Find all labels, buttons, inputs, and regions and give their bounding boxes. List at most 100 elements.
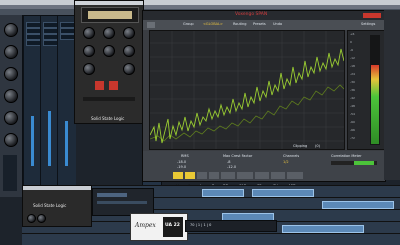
channel-fader[interactable] bbox=[65, 121, 68, 166]
plugin-knob[interactable] bbox=[103, 27, 115, 39]
db-tick: -42 bbox=[350, 96, 355, 100]
span-toolbar: Group <GLOBAL> Routing Presets Undo Sett… bbox=[143, 20, 385, 30]
inspector-knob[interactable] bbox=[4, 89, 18, 103]
db-tick: 0 bbox=[350, 40, 352, 44]
level-meter-fill bbox=[371, 65, 379, 144]
db-tick: -60 bbox=[350, 120, 355, 124]
uad-logo-script: Ampex bbox=[135, 222, 156, 229]
crest-label: Max Crest Factor bbox=[223, 154, 253, 158]
level-meter-track bbox=[370, 35, 380, 145]
insert-slot[interactable] bbox=[43, 40, 58, 46]
vu-face bbox=[88, 11, 132, 19]
db-scale: +6 0 -6 -12 -18 -24 -30 -36 -42 -48 -54 … bbox=[350, 33, 366, 147]
channel-fader[interactable] bbox=[48, 111, 51, 166]
db-tick: -72 bbox=[350, 136, 355, 140]
rms-value-b: -19.0 bbox=[177, 165, 187, 169]
plugin-divider bbox=[83, 97, 135, 101]
track-row[interactable] bbox=[22, 233, 400, 245]
audio-event[interactable] bbox=[282, 225, 364, 233]
mode-button-mid[interactable]: MID bbox=[287, 172, 303, 188]
mode-button-s[interactable]: S bbox=[185, 172, 195, 188]
info-bar bbox=[97, 201, 147, 204]
audio-event[interactable] bbox=[202, 189, 244, 197]
span-mode-buttons: M S L R DB CAP SP SV MID bbox=[173, 172, 323, 188]
mode-button-sv[interactable]: SV bbox=[271, 172, 285, 188]
span-preset-field[interactable]: <GLOBAL> bbox=[203, 22, 223, 27]
channel-fader[interactable] bbox=[31, 116, 34, 166]
plugin-red-button[interactable] bbox=[109, 81, 118, 90]
audio-event[interactable] bbox=[252, 189, 314, 197]
insert-slot[interactable] bbox=[26, 40, 41, 46]
span-menu-presets[interactable]: Presets bbox=[253, 22, 266, 27]
mode-button-m[interactable]: M bbox=[173, 172, 183, 188]
plugin-knob[interactable] bbox=[123, 45, 135, 57]
span-settings-button[interactable]: Settings bbox=[361, 22, 375, 27]
clipping-value: (0) bbox=[315, 144, 320, 148]
grid-lines bbox=[150, 31, 344, 149]
plugin-knob[interactable] bbox=[123, 27, 135, 39]
plugin-knob[interactable] bbox=[103, 45, 115, 57]
db-tick: -30 bbox=[350, 80, 355, 84]
span-level-meters: +6 0 -6 -12 -18 -24 -30 -36 -42 -48 -54 … bbox=[347, 30, 385, 150]
span-power-button[interactable] bbox=[147, 22, 155, 28]
inspector-knob[interactable] bbox=[4, 23, 18, 37]
inspector-knob[interactable] bbox=[4, 133, 18, 147]
mode-button-l[interactable]: L bbox=[197, 172, 207, 188]
audio-event[interactable] bbox=[322, 201, 394, 209]
plugin-knob[interactable] bbox=[37, 214, 46, 223]
plugin-mini-brand: Solid State Logic bbox=[33, 203, 67, 208]
correlation-fill bbox=[354, 161, 374, 165]
db-tick: -66 bbox=[350, 128, 355, 132]
crest-value-a: -8 bbox=[227, 160, 231, 164]
correlation-label: Correlation Meter bbox=[331, 154, 362, 158]
inspector-meter bbox=[3, 155, 17, 191]
transport-time-display: 70 | 1 | 1 | 0 bbox=[190, 223, 212, 227]
ssl-plugin-window: Solid State Logic bbox=[74, 0, 144, 124]
channels-label: Channels bbox=[283, 154, 300, 158]
channel-strip bbox=[40, 16, 58, 186]
channel-strip bbox=[23, 16, 41, 186]
inspector-knob[interactable] bbox=[4, 67, 18, 81]
info-panel bbox=[92, 188, 154, 216]
db-tick: -48 bbox=[350, 104, 355, 108]
span-title: Voxengo SPAN bbox=[235, 12, 268, 17]
spectrum-svg bbox=[150, 31, 344, 149]
db-tick: -6 bbox=[350, 48, 353, 52]
plugin-knob[interactable] bbox=[83, 27, 95, 39]
correlation-meter bbox=[331, 161, 377, 165]
mode-button-r[interactable]: R bbox=[209, 172, 219, 188]
db-tick: -54 bbox=[350, 112, 355, 116]
span-menu-routing[interactable]: Routing bbox=[233, 22, 246, 27]
inspector-knob[interactable] bbox=[4, 111, 18, 125]
uad-logo-block: UA 22 bbox=[163, 217, 183, 237]
db-tick: +6 bbox=[350, 32, 355, 36]
plugin-mini-titlebar bbox=[23, 186, 91, 190]
uad-logo-text: UA 22 bbox=[165, 223, 180, 228]
crest-value-b: -12.0 bbox=[227, 165, 237, 169]
span-stats-panel: R MS -18.0 -19.0 Max Crest Factor -8 -12.… bbox=[143, 144, 385, 188]
plugin-vu-meter bbox=[81, 7, 139, 23]
mixer-rack bbox=[22, 15, 76, 187]
inspector-knob[interactable] bbox=[4, 45, 18, 59]
span-menu-undo[interactable]: Undo bbox=[273, 22, 282, 27]
plugin-knob[interactable] bbox=[27, 214, 36, 223]
ssl-plugin-mini: Solid State Logic bbox=[22, 185, 92, 227]
plugin-knob[interactable] bbox=[123, 63, 135, 75]
span-titlebar: Voxengo SPAN bbox=[143, 11, 385, 20]
span-logo-badge bbox=[363, 13, 381, 18]
rms-value-a: -18.0 bbox=[177, 160, 187, 164]
span-group-label: Group bbox=[183, 22, 194, 26]
mode-button-db[interactable]: DB bbox=[221, 172, 235, 188]
span-spectrum-graph[interactable] bbox=[149, 30, 345, 150]
mode-button-cap[interactable]: CAP bbox=[237, 172, 253, 188]
plugin-red-button[interactable] bbox=[95, 81, 104, 90]
plugin-knob[interactable] bbox=[83, 63, 95, 75]
db-tick: -36 bbox=[350, 88, 355, 92]
db-tick: -24 bbox=[350, 72, 355, 76]
channels-value[interactable]: 1/2 bbox=[283, 160, 289, 165]
plugin-titlebar bbox=[75, 1, 143, 5]
plugin-knob[interactable] bbox=[83, 45, 95, 57]
mode-button-sp[interactable]: SP bbox=[255, 172, 269, 188]
span-analyzer-window: Voxengo SPAN Group <GLOBAL> Routing Pres… bbox=[142, 10, 386, 188]
spectrum-trace bbox=[150, 48, 344, 144]
